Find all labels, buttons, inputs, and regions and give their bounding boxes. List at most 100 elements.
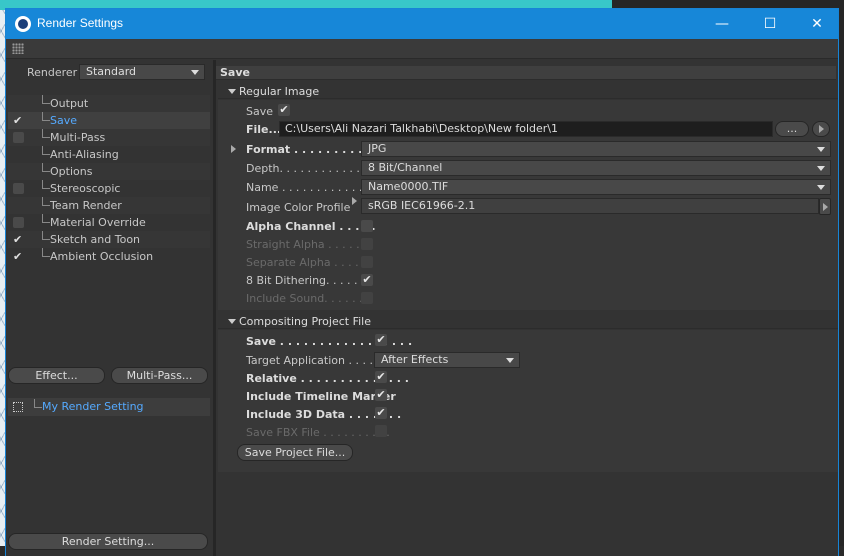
relative-checkbox[interactable]: ✔ [375, 371, 387, 383]
page-title: Save [216, 66, 836, 80]
name-label: Name . . . . . . . . . . . . . [246, 181, 370, 194]
regular-image-panel: Save ✔ File... C:\Users\Ali Nazari Talkh… [218, 100, 838, 310]
tree-item-save[interactable]: ✔ Save [8, 112, 210, 129]
depth-value: 8 Bit/Channel [368, 161, 443, 174]
tree-item-multi-pass[interactable]: Multi-Pass [8, 129, 210, 146]
render-setting-icon [13, 402, 23, 412]
chevron-right-icon[interactable] [231, 145, 236, 153]
tree-connector [42, 197, 50, 206]
tree-item-sketch-and-toon[interactable]: ✔ Sketch and Toon [8, 231, 210, 248]
straight-alpha-checkbox[interactable] [361, 238, 373, 250]
save-project-file-button[interactable]: Save Project File... [237, 444, 353, 461]
name-dropdown[interactable]: Name0000.TIF [361, 179, 831, 195]
chevron-down-icon [817, 185, 825, 190]
tree-item-label: Sketch and Toon [50, 233, 141, 246]
checkbox[interactable] [13, 132, 24, 143]
tree-item-ambient-occlusion[interactable]: ✔ Ambient Occlusion [8, 248, 210, 265]
render-settings-window: Render Settings — ☐ ✕ Renderer Standard … [5, 8, 839, 556]
chevron-down-icon [506, 358, 514, 363]
render-setting-button[interactable]: Render Setting... [8, 533, 208, 550]
render-setting-item[interactable]: My Render Setting [8, 398, 210, 416]
chevron-down-icon [191, 70, 199, 75]
cinema4d-logo-icon [15, 16, 31, 32]
tree-connector [42, 231, 50, 240]
alpha-channel-label: Alpha Channel . . . . . [246, 220, 376, 233]
minimize-button[interactable]: — [699, 9, 745, 39]
tree-item-label: Save [50, 114, 78, 127]
tree-connector [42, 180, 50, 189]
chevron-down-icon [817, 166, 825, 171]
chevron-down-icon [228, 89, 236, 94]
tree-item-output[interactable]: Output [8, 95, 210, 112]
tree-connector [42, 129, 50, 138]
depth-dropdown[interactable]: 8 Bit/Channel [361, 160, 831, 176]
format-label: Format . . . . . . . . . . . [246, 143, 379, 156]
section-title: Regular Image [239, 85, 320, 98]
compositing-panel: Save . . . . . . . . . . . . . . . . . ✔… [218, 330, 838, 472]
tree-connector [42, 95, 50, 104]
tree-item-anti-aliasing[interactable]: Anti-Aliasing [8, 146, 210, 163]
chevron-right-icon [819, 125, 824, 133]
save-checkbox[interactable]: ✔ [278, 104, 290, 116]
tree-item-stereoscopic[interactable]: Stereoscopic [8, 180, 210, 197]
maximize-button[interactable]: ☐ [747, 9, 793, 39]
straight-alpha-label: Straight Alpha . . . . . . [246, 238, 367, 251]
file-path-field[interactable]: C:\Users\Ali Nazari Talkhabi\Desktop\New… [279, 121, 773, 137]
comp-save-checkbox[interactable]: ✔ [375, 334, 387, 346]
target-application-value: After Effects [381, 353, 449, 366]
right-panel: Save Regular Image Save ✔ File... C:\Use… [216, 60, 838, 556]
section-title: Compositing Project File [239, 315, 371, 328]
checkmark-icon[interactable]: ✔ [13, 248, 22, 265]
tree-item-team-render[interactable]: Team Render [8, 197, 210, 214]
tree-item-label: Anti-Aliasing [50, 148, 119, 161]
regular-image-header[interactable]: Regular Image [218, 84, 838, 99]
format-dropdown[interactable]: JPG [361, 141, 831, 157]
multi-pass-button[interactable]: Multi-Pass... [111, 367, 208, 384]
target-application-label: Target Application . . . . [246, 354, 373, 367]
checkbox[interactable] [13, 183, 24, 194]
window-title: Render Settings [37, 16, 124, 30]
dithering-label: 8 Bit Dithering. . . . . . [246, 274, 365, 287]
separate-alpha-checkbox[interactable] [361, 256, 373, 268]
toolbar [6, 39, 838, 59]
effect-button[interactable]: Effect... [8, 367, 105, 384]
timeline-marker-label: Include Timeline Marker [246, 390, 396, 403]
comp-save-label: Save . . . . . . . . . . . . . . . . . [246, 335, 413, 348]
tree-item-label: Ambient Occlusion [50, 250, 154, 263]
dithering-checkbox[interactable]: ✔ [361, 274, 373, 286]
tree-item-label: Material Override [50, 216, 146, 229]
include-3d-data-checkbox[interactable]: ✔ [375, 407, 387, 419]
tree-item-options[interactable]: Options [8, 163, 210, 180]
checkmark-icon[interactable]: ✔ [13, 231, 22, 248]
title-bar[interactable]: Render Settings — ☐ ✕ [6, 9, 838, 39]
tree-connector [42, 248, 50, 257]
chevron-down-icon [228, 319, 236, 324]
tree-connector [42, 214, 50, 223]
alpha-channel-checkbox[interactable] [361, 220, 373, 232]
color-profile-button[interactable] [819, 198, 831, 215]
grip-icon[interactable] [12, 43, 24, 54]
close-button[interactable]: ✕ [794, 9, 840, 39]
tree-item-label: Options [50, 165, 93, 178]
color-profile-label: Image Color Profile [246, 201, 351, 214]
checkmark-icon[interactable]: ✔ [13, 112, 22, 129]
name-value: Name0000.TIF [368, 180, 449, 193]
file-options-button[interactable] [812, 121, 830, 137]
file-label[interactable]: File... [246, 123, 281, 136]
timeline-marker-checkbox[interactable]: ✔ [375, 389, 387, 401]
color-profile-field[interactable]: sRGB IEC61966-2.1 [361, 198, 819, 214]
compositing-header[interactable]: Compositing Project File [218, 314, 838, 329]
chevron-right-icon[interactable] [352, 197, 357, 205]
tree-item-material-override[interactable]: Material Override [8, 214, 210, 231]
include-sound-checkbox[interactable] [361, 292, 373, 304]
browse-button[interactable]: ... [775, 121, 809, 137]
save-fbx-checkbox[interactable] [375, 425, 387, 437]
save-fbx-label: Save FBX File . . . . . . . . . . [246, 426, 390, 439]
chevron-right-icon [823, 203, 828, 211]
checkbox[interactable] [13, 217, 24, 228]
tree-item-label: Team Render [50, 199, 122, 212]
tree-item-label: Stereoscopic [50, 182, 121, 195]
color-profile-value: sRGB IEC61966-2.1 [368, 199, 476, 212]
renderer-dropdown[interactable]: Standard [79, 64, 205, 80]
target-application-dropdown[interactable]: After Effects [374, 352, 520, 368]
